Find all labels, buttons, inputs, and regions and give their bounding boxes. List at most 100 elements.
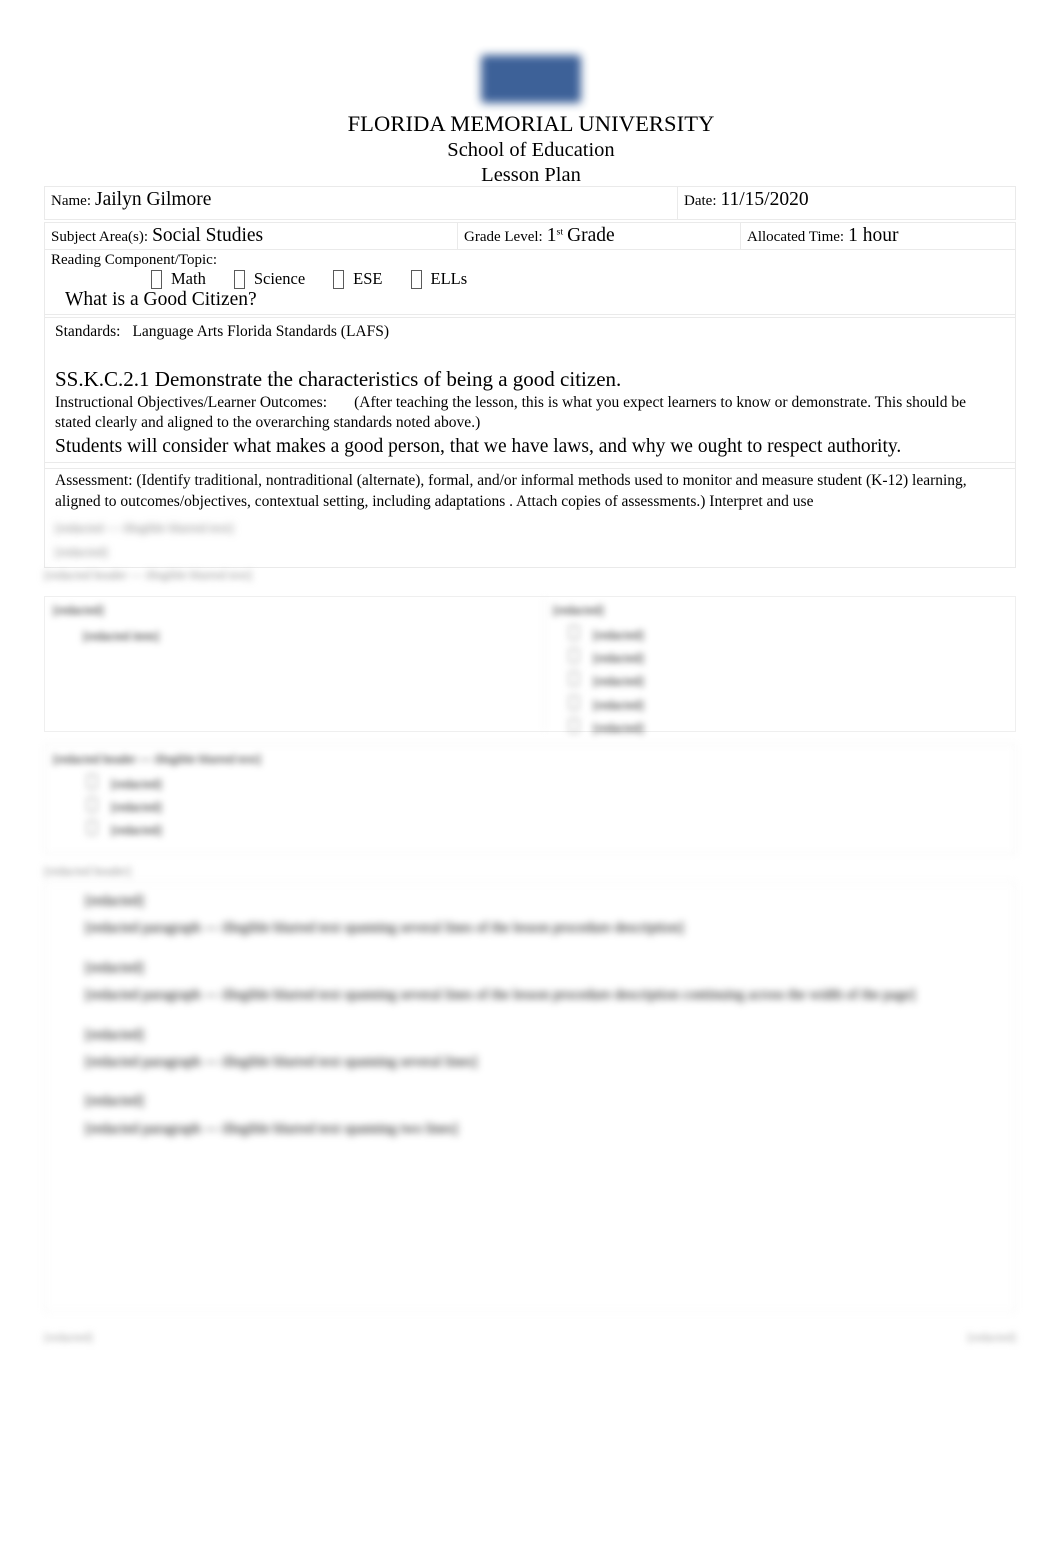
materials-right-list: [redacted] [redacted] [redacted] [redact… — [553, 625, 1007, 737]
assessment-section: Assessment: (Identify traditional, nontr… — [44, 462, 1016, 569]
materials-left-title: [redacted] — [53, 603, 104, 617]
checkbox-icon[interactable] — [333, 269, 345, 289]
date-label: Date: — [684, 193, 717, 209]
subject-label: Subject Area(s): — [51, 229, 149, 245]
vocabulary-header: [redacted header — illegible blurred tex… — [53, 752, 261, 766]
materials-section-header: [redacted header — illegible blurred tex… — [44, 568, 252, 582]
grade-value-number[interactable]: 1 — [547, 225, 557, 246]
checkbox-label: Math — [171, 269, 206, 288]
procedure-block-heading: [redacted] — [85, 959, 144, 976]
subject-value[interactable]: Social Studies — [152, 225, 263, 246]
checkbox-ells[interactable]: ELLs — [410, 269, 468, 289]
materials-section: [redacted] [redacted item] [redacted] [r… — [44, 596, 1016, 735]
procedure-block-body: [redacted paragraph — illegible blurred … — [85, 1053, 478, 1070]
procedures-section-header: [redacted header] — [44, 864, 132, 878]
form-title: Lesson Plan — [481, 164, 581, 187]
list-item-label: [redacted] — [111, 777, 162, 792]
list-item[interactable]: [redacted] — [87, 797, 1007, 816]
procedure-block-heading: [redacted] — [85, 1093, 144, 1110]
list-item[interactable]: [redacted] — [87, 820, 1007, 839]
checkbox-icon[interactable] — [569, 694, 579, 710]
procedures-section: [redacted] [redacted paragraph — illegib… — [44, 882, 1016, 1312]
checkbox-label: ELLs — [430, 269, 468, 288]
procedure-block-body: [redacted paragraph — illegible blurred … — [85, 1120, 458, 1137]
objectives-value[interactable]: Students will consider what makes a good… — [55, 436, 1005, 458]
checkbox-icon[interactable] — [569, 717, 579, 733]
university-logo-mark — [481, 55, 581, 103]
list-item-label: [redacted] — [593, 628, 644, 643]
list-item-label: [redacted] — [111, 823, 162, 838]
allocated-time-cell: Allocated Time: 1 hour — [740, 222, 1016, 250]
standards-label: Standards: — [55, 323, 121, 340]
checkbox-ese[interactable]: ESE — [333, 269, 383, 289]
vocabulary-section: [redacted header — illegible blurred tex… — [44, 744, 1016, 854]
checkbox-label: ESE — [353, 269, 383, 288]
list-item-label: [redacted] — [111, 800, 162, 815]
subject-cell: Subject Area(s): Social Studies — [44, 222, 458, 250]
materials-right-column: [redacted] [redacted] [redacted] [redact… — [545, 597, 1015, 735]
procedure-block-heading: [redacted] — [85, 1026, 144, 1043]
list-item-label: [redacted] — [593, 674, 644, 689]
list-item-label: [redacted] — [593, 697, 644, 712]
standards-section: Standards: Language Arts Florida Standar… — [44, 314, 1016, 469]
procedure-block-heading: [redacted] — [85, 893, 144, 909]
standard-code[interactable]: SS.K.C.2.1 Demonstrate the characteristi… — [55, 367, 1005, 392]
list-item[interactable]: [redacted] — [569, 671, 1007, 690]
list-item-label: [redacted] — [593, 720, 644, 735]
list-item[interactable]: [redacted] — [569, 648, 1007, 667]
date-value[interactable]: 11/15/2020 — [720, 189, 808, 210]
list-item[interactable]: [redacted] — [569, 694, 1007, 714]
school-name: School of Education — [447, 139, 615, 162]
list-item[interactable]: [redacted] — [569, 625, 1007, 644]
name-value[interactable]: Jailyn Gilmore — [95, 189, 211, 210]
name-label: Name: — [51, 193, 91, 209]
assessment-instructions: Assessment: (Identify traditional, nontr… — [55, 472, 967, 510]
date-cell: Date: 11/15/2020 — [677, 186, 1016, 220]
checkbox-icon[interactable] — [410, 269, 422, 289]
materials-left-item: [redacted item] — [83, 629, 159, 644]
checkbox-icon[interactable] — [569, 671, 579, 687]
name-date-row: Name: Jailyn Gilmore Date: 11/15/2020 — [44, 186, 1016, 220]
reading-component-label: Reading Component/Topic: — [51, 252, 218, 268]
reading-component-value[interactable]: What is a Good Citizen? — [51, 289, 1009, 311]
document-title-block: FLORIDA MEMORIAL UNIVERSITY School of Ed… — [0, 111, 1062, 187]
subject-grade-time-row: Subject Area(s): Social Studies Grade Le… — [44, 222, 1016, 318]
checkbox-icon[interactable] — [87, 820, 97, 836]
subject-checkbox-group: Math Science ESE ELLs — [51, 269, 1009, 289]
grade-cell: Grade Level: 1st Grade — [457, 222, 741, 250]
checkbox-label: Science — [253, 269, 306, 288]
materials-left-column: [redacted] [redacted item] — [45, 597, 545, 731]
materials-right-title: [redacted] — [553, 603, 604, 617]
standards-line: Standards: Language Arts Florida Standar… — [55, 323, 1005, 341]
checkbox-math[interactable]: Math — [151, 269, 206, 289]
grade-value-rest: Grade — [567, 225, 615, 246]
assessment-redacted-text-1: [redacted — illegible blurred text] — [55, 519, 234, 535]
allocated-time-label: Allocated Time: — [747, 229, 845, 245]
assessment-redacted-text-2: [redacted] — [55, 544, 108, 560]
checkbox-icon[interactable] — [569, 625, 579, 641]
name-cell: Name: Jailyn Gilmore — [44, 186, 678, 220]
standards-value[interactable]: Language Arts Florida Standards (LAFS) — [132, 323, 389, 340]
objectives-block: Instructional Objectives/Learner Outcome… — [55, 393, 1005, 434]
grade-value-ordinal-suffix: st — [556, 226, 564, 238]
allocated-time-value[interactable]: 1 hour — [848, 225, 898, 246]
grade-label: Grade Level: — [464, 229, 543, 245]
objectives-label: Instructional Objectives/Learner Outcome… — [55, 394, 328, 411]
procedure-block-body: [redacted paragraph — illegible blurred … — [85, 987, 916, 1004]
vocabulary-list: [redacted] [redacted] [redacted] — [53, 774, 1007, 839]
procedure-block-body: [redacted paragraph — illegible blurred … — [85, 920, 684, 937]
checkbox-icon[interactable] — [87, 797, 97, 813]
university-logo — [0, 55, 1062, 103]
list-item-label: [redacted] — [593, 651, 644, 666]
checkbox-icon[interactable] — [87, 774, 97, 790]
list-item[interactable]: [redacted] — [87, 774, 1007, 793]
checkbox-icon[interactable] — [569, 648, 579, 664]
list-item[interactable]: [redacted] — [569, 717, 1007, 737]
checkbox-science[interactable]: Science — [233, 269, 306, 289]
lesson-plan-page: FLORIDA MEMORIAL UNIVERSITY School of Ed… — [0, 0, 1062, 1561]
page-footer: [redacted] [redacted] — [44, 1330, 1016, 1345]
checkbox-icon[interactable] — [233, 269, 245, 289]
checkbox-icon[interactable] — [151, 269, 162, 289]
institution-name: FLORIDA MEMORIAL UNIVERSITY — [347, 111, 715, 136]
footer-right: [redacted] — [967, 1330, 1016, 1344]
